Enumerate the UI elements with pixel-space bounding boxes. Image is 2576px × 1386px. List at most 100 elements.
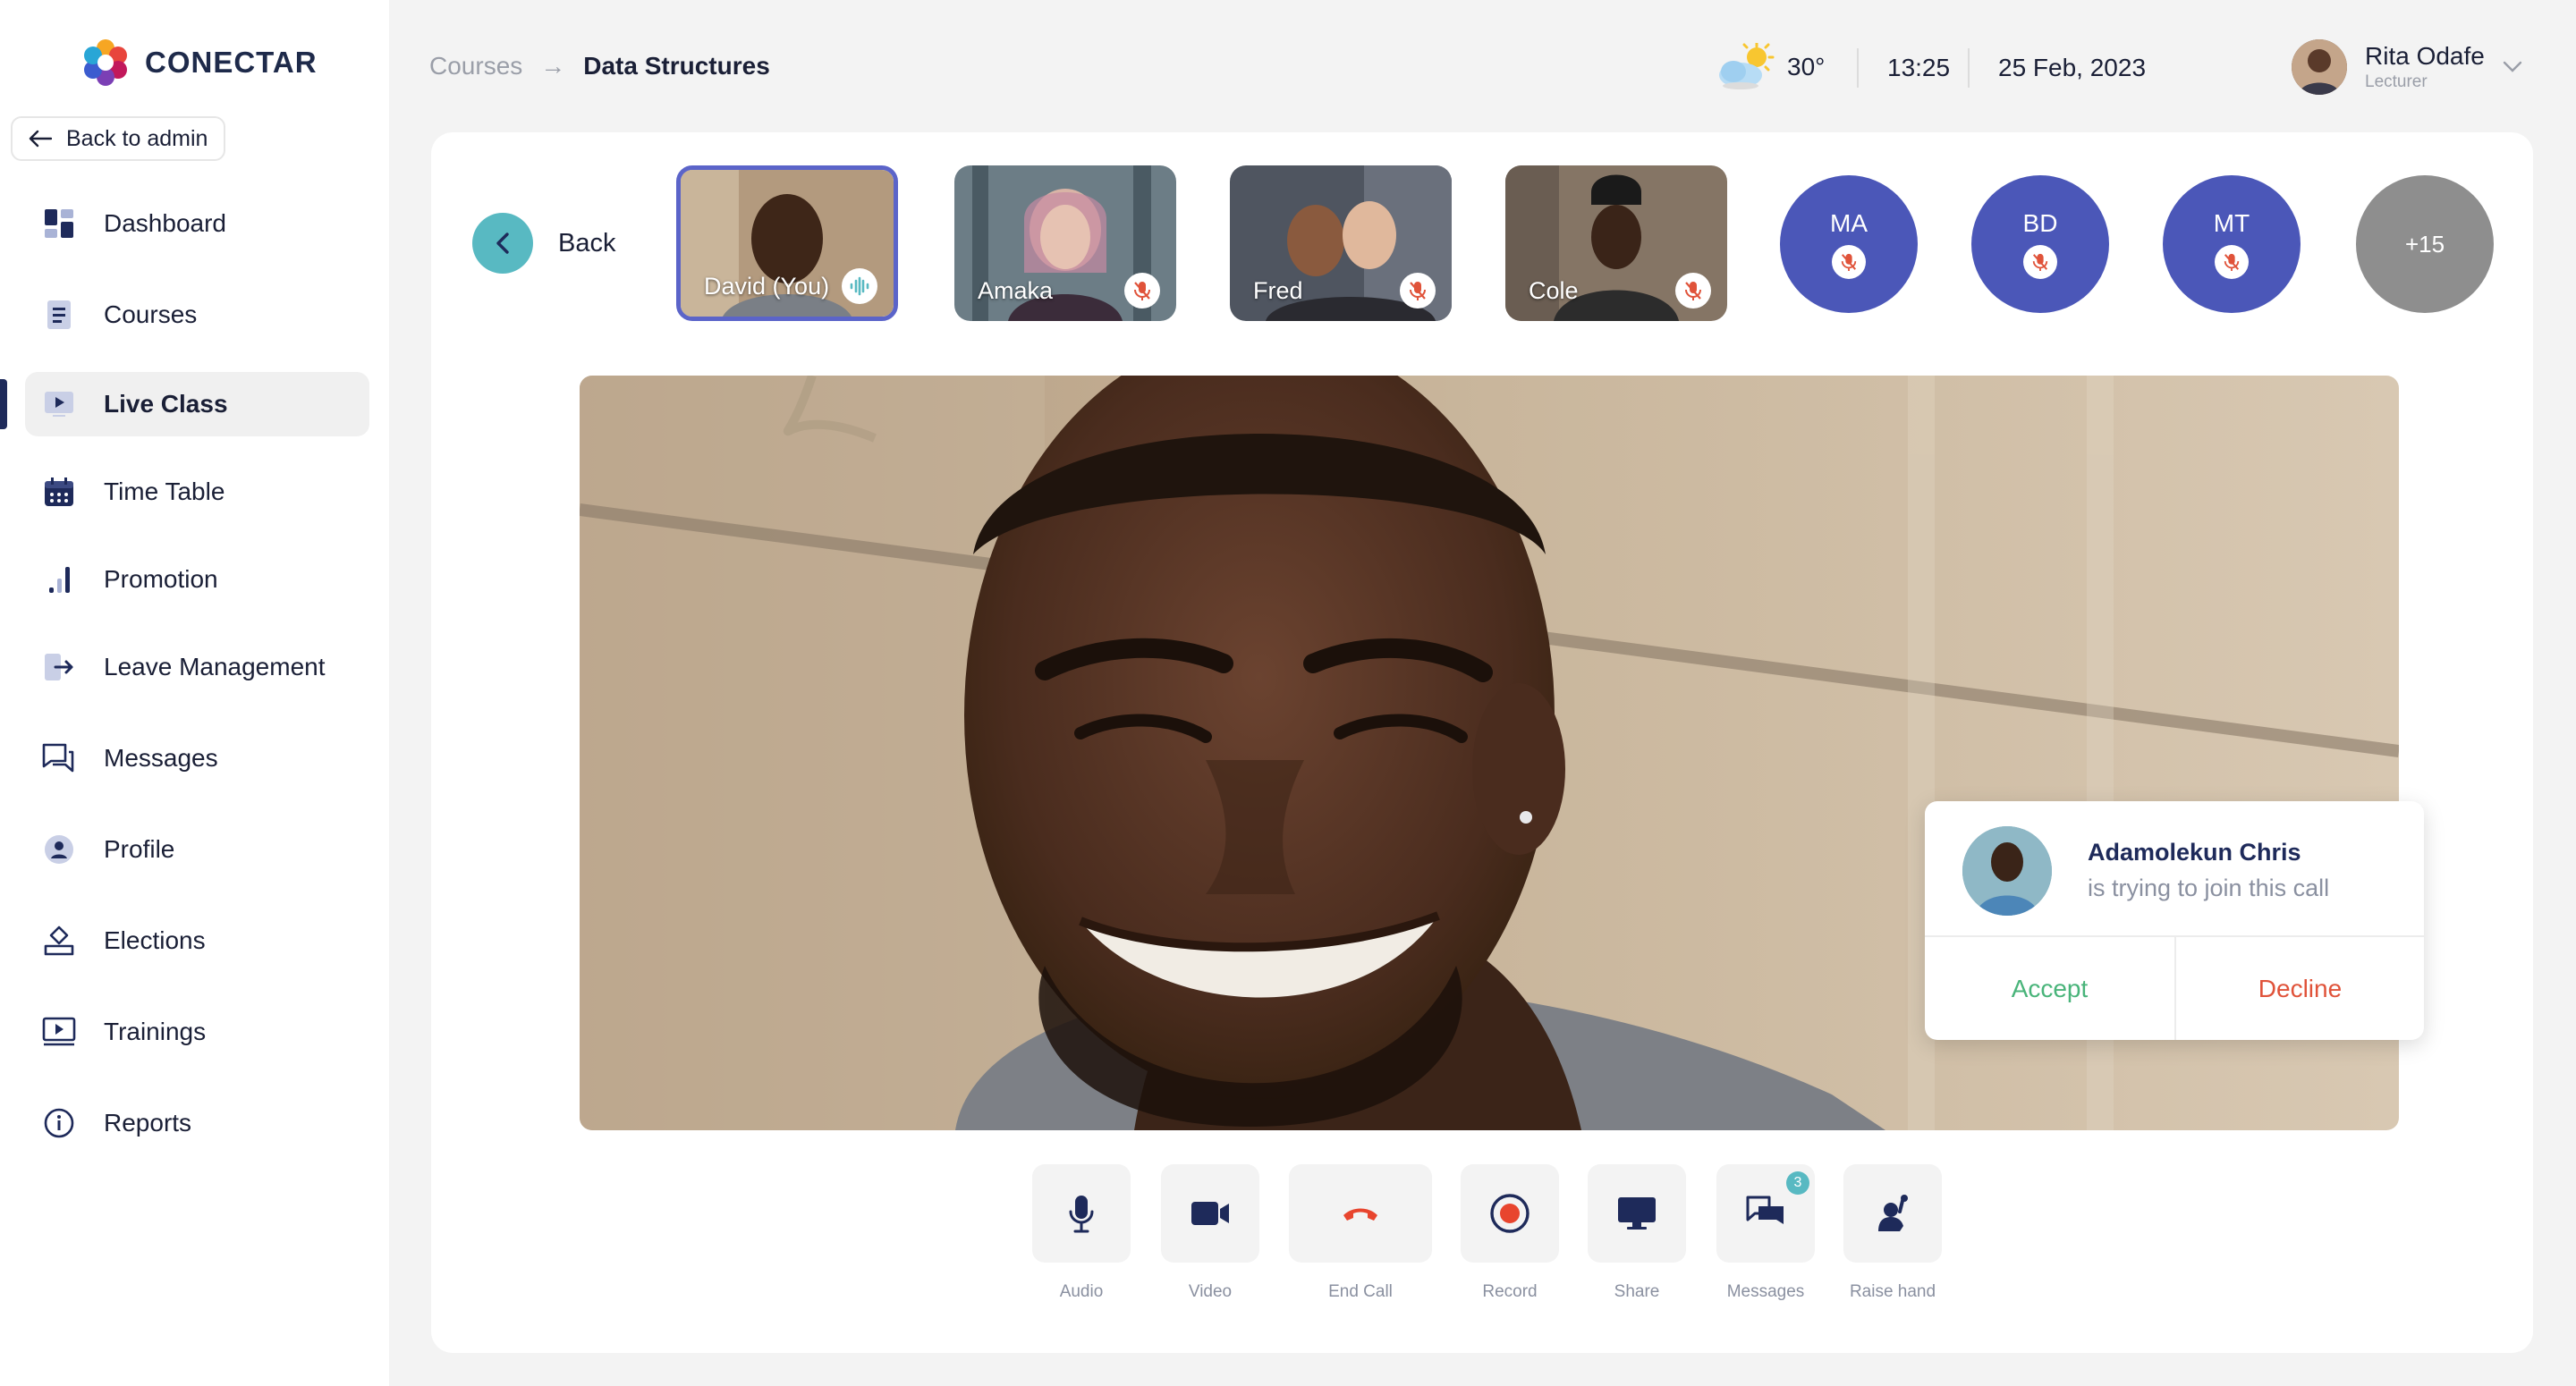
temperature: 30°: [1787, 53, 1826, 80]
chat-icon: [41, 740, 77, 776]
back-circle: [472, 213, 533, 274]
sidebar-item-label: Messages: [104, 744, 218, 772]
sidebar-item-reports[interactable]: Reports: [25, 1091, 369, 1155]
mic-off-icon: [1134, 282, 1150, 300]
breadcrumb-parent[interactable]: Courses: [429, 52, 522, 80]
courses-icon: [41, 297, 77, 333]
record-control[interactable]: Record: [1461, 1164, 1559, 1302]
current-time: 13:25: [1887, 54, 1951, 81]
share-button[interactable]: [1588, 1164, 1686, 1263]
sidebar-item-label: Time Table: [104, 477, 225, 505]
sidebar-item-label: Live Class: [104, 390, 228, 418]
sidebar-item-label: Leave Management: [104, 653, 326, 680]
sidebar: CONECTAR Back to admin Dashboard Courses…: [0, 0, 389, 1386]
partly-sunny-icon: [1719, 43, 1775, 89]
more-participants-button[interactable]: +15: [2356, 175, 2494, 313]
dashboard-icon: [41, 206, 77, 241]
participant-initials[interactable]: MT: [2163, 175, 2301, 313]
breadcrumb-current: Data Structures: [583, 52, 770, 80]
share-control[interactable]: Share: [1588, 1164, 1686, 1302]
accept-button[interactable]: Accept: [1925, 937, 2174, 1040]
screen-share-icon: [1618, 1197, 1656, 1230]
sidebar-item-label: Dashboard: [104, 209, 226, 237]
record-label: Record: [1482, 1282, 1538, 1301]
messages-label: Messages: [1726, 1282, 1805, 1301]
end-call-label: End Call: [1328, 1282, 1393, 1301]
active-indicator: [0, 379, 7, 429]
messages-button[interactable]: 3: [1716, 1164, 1815, 1263]
participant-name: Fred: [1253, 277, 1303, 304]
calendar-icon: [41, 474, 77, 510]
sidebar-item-promotion[interactable]: Promotion: [25, 547, 369, 612]
join-request-name: Adamolekun Chris: [2088, 839, 2301, 866]
breadcrumb-separator: →: [540, 52, 566, 80]
back-to-admin-button[interactable]: Back to admin: [11, 116, 225, 161]
back-label: Back: [558, 228, 616, 258]
participant-tile[interactable]: Fred: [1230, 165, 1452, 321]
back-button[interactable]: Back: [472, 213, 615, 274]
microphone-icon: [1069, 1196, 1094, 1233]
mic-off-icon: [1832, 245, 1866, 279]
raise-hand-label: Raise hand: [1849, 1282, 1936, 1301]
sidebar-item-label: Reports: [104, 1109, 192, 1137]
raise-hand-button[interactable]: [1843, 1164, 1942, 1263]
sidebar-item-label: Profile: [104, 835, 175, 863]
raise-hand-control[interactable]: Raise hand: [1843, 1164, 1942, 1302]
sidebar-item-trainings[interactable]: Trainings: [25, 1000, 369, 1064]
record-icon: [1490, 1194, 1530, 1233]
sidebar-item-label: Trainings: [104, 1018, 207, 1045]
mic-off-icon: [2023, 245, 2057, 279]
sidebar-item-live-class[interactable]: Live Class: [25, 372, 369, 436]
sidebar-item-dashboard[interactable]: Dashboard: [25, 191, 369, 256]
participant-initials[interactable]: MA: [1780, 175, 1918, 313]
video-camera-icon: [1191, 1202, 1229, 1225]
video-button[interactable]: [1161, 1164, 1259, 1263]
end-call-control[interactable]: End Call: [1289, 1164, 1432, 1302]
sidebar-item-messages[interactable]: Messages: [25, 726, 369, 790]
participant-tile[interactable]: Cole: [1505, 165, 1727, 321]
sidebar-item-profile[interactable]: Profile: [25, 817, 369, 882]
messages-control[interactable]: 3 Messages: [1716, 1164, 1815, 1302]
speaking-indicator: [842, 268, 877, 304]
participant-initials-label: MA: [1830, 209, 1868, 237]
sidebar-item-label: Courses: [104, 300, 198, 328]
info-icon: [41, 1105, 77, 1141]
chevron-down-icon[interactable]: [2503, 61, 2522, 73]
sidebar-item-label: Promotion: [104, 565, 218, 593]
user-role: Lecturer: [2365, 72, 2428, 91]
user-menu[interactable]: Rita Odafe Lecturer: [2292, 39, 2522, 95]
raise-hand-icon: [1878, 1195, 1908, 1231]
header-divider: [1857, 48, 1859, 88]
participant-initials-label: MT: [2213, 209, 2250, 237]
user-icon: [41, 832, 77, 867]
share-label: Share: [1614, 1282, 1660, 1301]
participant-tile[interactable]: Amaka: [954, 165, 1176, 321]
mic-off-icon: [1685, 282, 1701, 300]
weather-widget: 30°: [1716, 43, 1825, 91]
participant-initials[interactable]: BD: [1971, 175, 2109, 313]
join-request-card: Adamolekun Chris is trying to join this …: [1925, 801, 2424, 1040]
sidebar-item-elections[interactable]: Elections: [25, 909, 369, 973]
sidebar-item-courses[interactable]: Courses: [25, 283, 369, 347]
participant-tile-self[interactable]: David (You): [676, 165, 898, 321]
audio-button[interactable]: [1032, 1164, 1131, 1263]
video-screen-icon: [41, 1014, 77, 1050]
sidebar-item-leave-management[interactable]: Leave Management: [25, 635, 369, 699]
end-call-button[interactable]: [1289, 1164, 1432, 1263]
video-control[interactable]: Video: [1161, 1164, 1259, 1302]
video-label: Video: [1188, 1282, 1233, 1301]
join-request-message: is trying to join this call: [2088, 875, 2330, 901]
user-name: Rita Odafe: [2365, 42, 2485, 70]
audio-control[interactable]: Audio: [1032, 1164, 1131, 1302]
sidebar-item-time-table[interactable]: Time Table: [25, 460, 369, 524]
logo[interactable]: CONECTAR: [82, 39, 318, 86]
breadcrumb: Courses → Data Structures: [429, 52, 770, 80]
mic-off-icon: [2215, 245, 2249, 279]
muted-indicator: [1400, 273, 1436, 308]
exit-icon: [41, 649, 77, 685]
decline-button[interactable]: Decline: [2176, 937, 2424, 1040]
record-button[interactable]: [1461, 1164, 1559, 1263]
muted-indicator: [1675, 273, 1711, 308]
chat-bubbles-icon: [1746, 1196, 1784, 1224]
arrow-left-icon: [29, 130, 52, 148]
